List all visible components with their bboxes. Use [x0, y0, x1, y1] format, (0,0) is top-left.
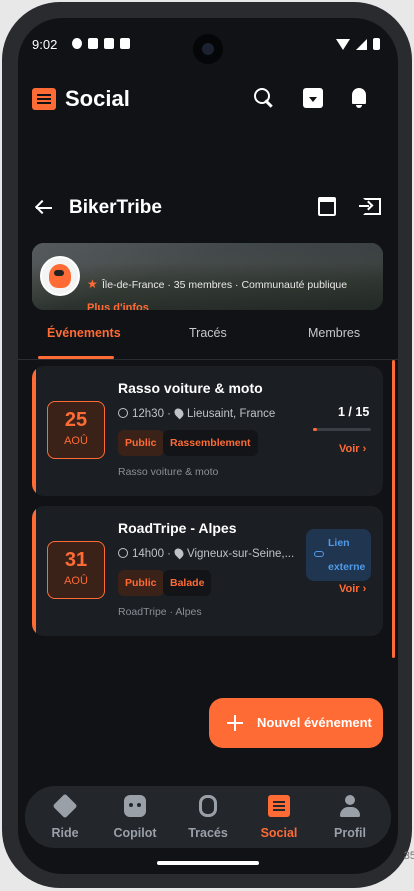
- home-indicator[interactable]: [157, 861, 259, 865]
- external-link-label-2: externe: [328, 561, 366, 573]
- link-icon: [314, 551, 324, 557]
- leave-group-icon[interactable]: [359, 198, 381, 215]
- tab-indicator: [38, 356, 114, 359]
- participant-progress: [313, 428, 371, 431]
- group-title: BikerTribe: [69, 197, 162, 218]
- app-title: Social: [65, 86, 130, 111]
- event-time: 14h00: [132, 548, 164, 560]
- status-bar: 9:02: [18, 18, 398, 68]
- chat-logo-icon: [32, 88, 56, 110]
- star-icon: ★: [87, 277, 98, 291]
- tab-bar: Événements Tracés Membres: [18, 326, 398, 360]
- phone-frame: 9:02 Social BikerTribe ★ Île-de-France ·…: [2, 2, 412, 888]
- battery-icon: [373, 38, 380, 50]
- event-meta: 12h30 · Lieusaint, France: [118, 406, 276, 420]
- nav-label: Profil: [334, 826, 366, 840]
- vpn-icon: [72, 38, 82, 49]
- tab-members[interactable]: Membres: [308, 326, 360, 340]
- view-event-link[interactable]: Voir ›: [339, 443, 366, 455]
- shield-icon: [88, 38, 98, 49]
- group-header: BikerTribe: [18, 194, 398, 224]
- event-title: RoadTripe - Alpes: [118, 520, 237, 536]
- participant-count: 1 / 15: [338, 405, 370, 419]
- external-link-label: Lien: [328, 537, 350, 549]
- event-card[interactable]: 31 AOÛ RoadTripe - Alpes 14h00 · Vigneux-…: [32, 506, 383, 636]
- event-card[interactable]: 25 AOÛ Rasso voiture & moto 12h30 · Lieus…: [32, 366, 383, 496]
- new-event-label: Nouvel événement: [257, 715, 372, 730]
- status-time: 9:02: [32, 37, 58, 52]
- clock-icon: [118, 548, 128, 558]
- nav-item-traces[interactable]: Tracés: [175, 786, 241, 848]
- status-system-icons: [336, 38, 380, 50]
- nav-item-copilot[interactable]: Copilot: [102, 786, 168, 848]
- more-info-link[interactable]: Plus d'infos: [87, 302, 149, 310]
- event-meta: 14h00 · Vigneux-sur-Seine,...: [118, 546, 295, 560]
- event-type-badge: Rassemblement: [163, 430, 258, 456]
- chat-icon: [268, 795, 290, 817]
- search-icon[interactable]: [252, 86, 276, 110]
- clock-icon: [118, 408, 128, 418]
- event-month: AOÛ: [64, 435, 88, 447]
- signal-icon: [356, 38, 367, 50]
- shield-alt-icon: [104, 38, 114, 49]
- event-subtitle: RoadTripe · Alpes: [118, 606, 202, 618]
- event-day: 25: [64, 409, 88, 431]
- group-meta: Île-de-France · 35 membres · Communauté …: [102, 279, 348, 291]
- plus-icon: [227, 715, 243, 731]
- bell-icon[interactable]: [348, 86, 372, 110]
- side-number: 35: [403, 850, 414, 862]
- back-arrow-icon[interactable]: [34, 198, 54, 218]
- external-link-button[interactable]: Lien externe: [306, 529, 371, 581]
- robot-icon: [124, 795, 146, 817]
- event-time: 12h30: [132, 408, 164, 420]
- event-type-badge: Balade: [163, 570, 212, 596]
- event-subtitle: Rasso voiture & moto: [118, 466, 219, 478]
- event-location: Lieusaint, France: [187, 408, 276, 420]
- location-pin-icon: [172, 406, 186, 420]
- event-month: AOÛ: [64, 575, 88, 587]
- nav-item-social[interactable]: Social: [246, 786, 312, 848]
- nav-label: Ride: [51, 826, 79, 840]
- nav-item-ride[interactable]: Ride: [32, 786, 98, 848]
- tab-events[interactable]: Événements: [47, 326, 121, 340]
- tab-traces[interactable]: Tracés: [189, 326, 227, 340]
- nav-item-profil[interactable]: Profil: [317, 786, 383, 848]
- sd-card-icon: [120, 38, 130, 49]
- nav-label: Tracés: [188, 826, 228, 840]
- event-day: 31: [64, 549, 88, 571]
- new-event-button[interactable]: Nouvel événement: [209, 698, 383, 748]
- navigation-icon: [52, 793, 78, 819]
- event-location: Vigneux-sur-Seine,...: [187, 548, 295, 560]
- event-title: Rasso voiture & moto: [118, 380, 263, 396]
- archive-icon[interactable]: [301, 86, 325, 110]
- location-pin-icon: [172, 546, 186, 560]
- participant-progress-fill: [313, 428, 318, 431]
- list-scrollbar[interactable]: [392, 360, 395, 658]
- bottom-navigation: Ride Copilot Tracés Social Profil: [25, 786, 391, 848]
- nav-label: Copilot: [113, 826, 157, 840]
- screen: 9:02 Social BikerTribe ★ Île-de-France ·…: [18, 18, 398, 874]
- event-date: 25 AOÛ: [47, 401, 105, 459]
- person-icon: [339, 795, 361, 817]
- front-camera: [193, 34, 223, 64]
- nav-label: Social: [260, 826, 298, 840]
- status-notification-icons: [72, 38, 130, 49]
- route-icon: [199, 795, 217, 817]
- view-event-link[interactable]: Voir ›: [339, 583, 366, 595]
- calendar-icon[interactable]: [318, 197, 336, 216]
- group-banner: ★ Île-de-France · 35 membres · Communaut…: [32, 243, 383, 310]
- wifi-icon: [336, 38, 350, 50]
- group-avatar: [40, 256, 80, 296]
- visibility-badge: Public: [118, 570, 164, 596]
- app-header: Social: [18, 78, 398, 122]
- visibility-badge: Public: [118, 430, 164, 456]
- event-date: 31 AOÛ: [47, 541, 105, 599]
